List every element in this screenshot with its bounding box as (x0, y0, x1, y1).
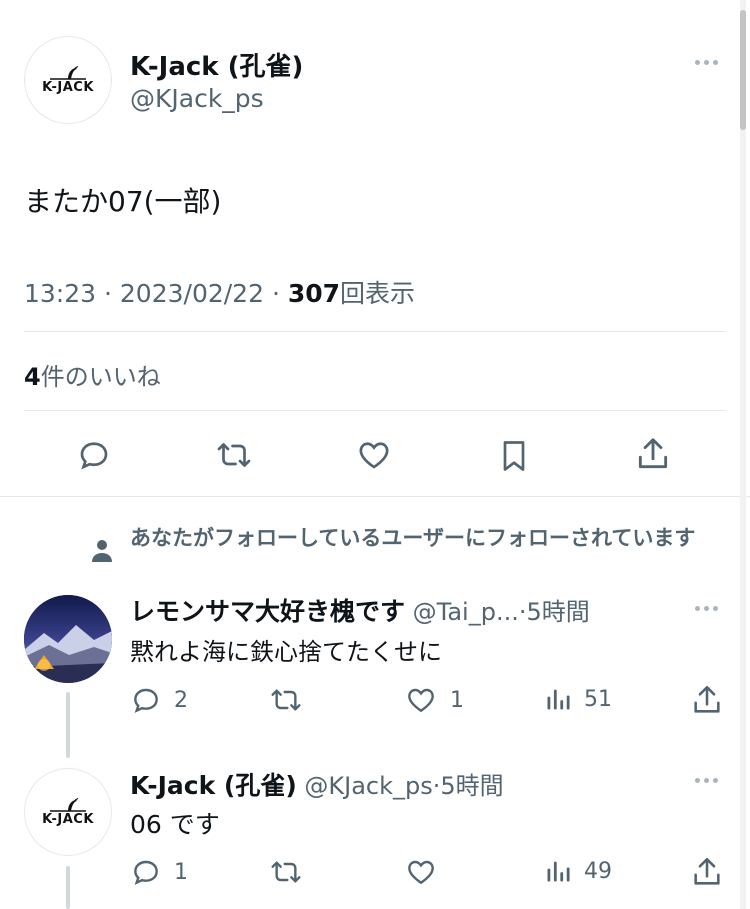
meta-separator: · (271, 279, 280, 308)
reply-count: 1 (174, 859, 188, 885)
thread-line (66, 866, 70, 909)
analytics-icon (544, 684, 572, 714)
peacock-logo-icon (49, 66, 86, 80)
likes-summary[interactable]: 4件のいいね (24, 357, 161, 392)
scrollbar[interactable] (740, 0, 746, 909)
author-name[interactable]: K-Jack (孔雀) (130, 771, 297, 800)
bookmark-icon[interactable] (496, 437, 532, 475)
divider (0, 496, 750, 497)
tweet-text: またか07(一部) (24, 185, 222, 218)
time-ago[interactable]: 5時間 (440, 772, 503, 800)
like-count: 1 (450, 687, 464, 713)
author-handle[interactable]: @KJack_ps (304, 772, 432, 800)
reply-header: レモンサマ大好き槐です @Tai_p...·5時間 (130, 592, 590, 628)
analytics-icon (544, 856, 572, 886)
author-name[interactable]: K-Jack (孔雀) (130, 46, 303, 83)
more-options-icon[interactable] (695, 60, 718, 65)
more-options-icon[interactable] (695, 778, 718, 783)
views-count: 307 (287, 279, 341, 308)
camping-photo-icon (24, 595, 112, 683)
social-context: あなたがフォローしているユーザーにフォローされています (130, 526, 696, 550)
avatar[interactable]: K-JACK (24, 36, 112, 124)
reply-header: K-Jack (孔雀) @KJack_ps·5時間 (130, 766, 504, 802)
reply-icon (130, 684, 162, 716)
tweet-date[interactable]: 2023/02/22 (120, 279, 264, 308)
likes-count: 4 (24, 363, 41, 391)
reply-text: 06 です (130, 810, 220, 839)
divider (24, 410, 726, 411)
share-icon[interactable] (690, 683, 724, 717)
reply-action[interactable]: 2 (130, 684, 188, 716)
avatar[interactable] (24, 595, 112, 683)
reply-icon (130, 856, 162, 888)
view-count: 49 (584, 858, 612, 884)
reply-icon[interactable] (76, 437, 112, 473)
views-action[interactable]: 51 (544, 684, 612, 714)
views-label: 回表示 (340, 279, 416, 308)
person-icon (90, 538, 114, 564)
thread-line (66, 692, 70, 758)
like-icon (404, 856, 438, 888)
views-action[interactable]: 49 (544, 856, 612, 886)
retweet-action[interactable] (268, 856, 304, 888)
tweet-meta: 13:23 · 2023/02/22 · 307回表示 (24, 274, 415, 310)
share-icon[interactable] (634, 435, 672, 473)
meta-separator: · (104, 279, 112, 308)
reply-count: 2 (174, 687, 188, 713)
retweet-icon[interactable] (214, 437, 254, 473)
peacock-logo-icon (49, 798, 86, 812)
avatar-logo-text: K-JACK (42, 812, 94, 827)
like-action[interactable]: 1 (404, 684, 464, 716)
retweet-icon (268, 684, 304, 716)
author-handle[interactable]: @Tai_p... (413, 598, 519, 626)
author-name[interactable]: レモンサマ大好き槐です (130, 597, 405, 626)
retweet-action[interactable] (268, 684, 304, 716)
like-icon (404, 684, 438, 716)
more-options-icon[interactable] (695, 606, 718, 611)
author-handle[interactable]: @KJack_ps (130, 84, 264, 113)
likes-label: 件のいいね (40, 363, 161, 391)
view-count: 51 (584, 686, 612, 712)
tweet-time[interactable]: 13:23 (24, 279, 96, 308)
time-ago[interactable]: 5時間 (526, 598, 589, 626)
retweet-icon (268, 856, 304, 888)
share-icon[interactable] (690, 855, 724, 889)
avatar[interactable]: K-JACK (24, 768, 112, 856)
divider (24, 331, 726, 332)
reply-text: 黙れよ海に鉄心捨てたくせに (130, 638, 442, 666)
reply-action[interactable]: 1 (130, 856, 188, 888)
avatar-logo-text: K-JACK (42, 80, 94, 95)
like-action[interactable] (404, 856, 438, 888)
scrollbar-thumb[interactable] (740, 10, 746, 130)
like-icon[interactable] (355, 437, 393, 473)
